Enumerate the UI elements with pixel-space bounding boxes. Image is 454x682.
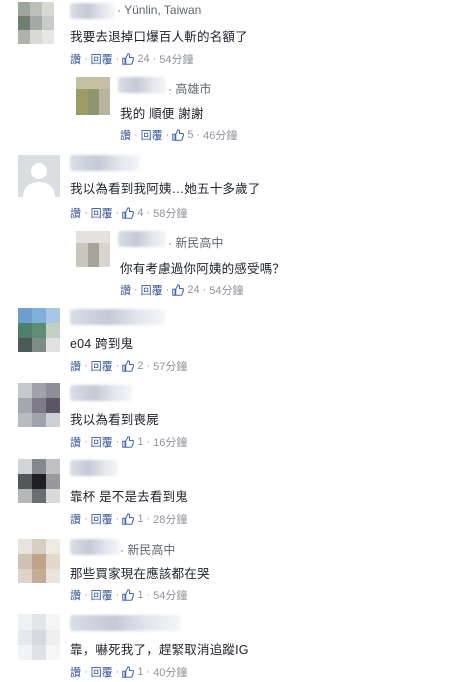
avatar[interactable] bbox=[18, 155, 60, 197]
user-name[interactable] bbox=[70, 539, 120, 555]
timestamp[interactable]: 40分鐘 bbox=[153, 664, 187, 680]
comment-actions: 讚 · 回覆 · 1 · 40分鐘 bbox=[70, 664, 188, 680]
like-count: 1 bbox=[137, 513, 144, 525]
thumbs-up-icon bbox=[122, 436, 135, 448]
comment-text: e04 跨到鬼 bbox=[70, 337, 134, 351]
avatar[interactable] bbox=[18, 459, 60, 503]
comment-actions: 讚 · 回覆 · 1 · 16分鐘 bbox=[70, 434, 188, 450]
comment-text: 我以為看到我阿姨…她五十多歲了 bbox=[70, 182, 261, 196]
user-location: · Yünlin, Taiwan bbox=[117, 3, 202, 17]
user-location: · 新民高中 bbox=[168, 236, 224, 250]
reply-link[interactable]: 回覆 bbox=[91, 511, 113, 527]
thumbs-up-icon bbox=[172, 129, 185, 141]
reply-link[interactable]: 回覆 bbox=[91, 358, 113, 374]
reply-link[interactable]: 回覆 bbox=[141, 127, 163, 143]
reply-link[interactable]: 回覆 bbox=[141, 282, 163, 298]
user-name[interactable] bbox=[70, 615, 180, 631]
thumbs-up-icon bbox=[122, 589, 135, 601]
thumbs-up-icon bbox=[122, 360, 135, 372]
timestamp[interactable]: 46分鐘 bbox=[203, 127, 237, 143]
comment-text: 靠杯 是不是去看到鬼 bbox=[70, 490, 188, 504]
user-name[interactable] bbox=[70, 460, 118, 476]
comment-text: 你有考慮過你阿姨的感受嗎？ bbox=[120, 262, 286, 276]
like-count: 24 bbox=[137, 53, 150, 65]
reply-link[interactable]: 回覆 bbox=[91, 587, 113, 603]
like-link[interactable]: 讚 bbox=[70, 205, 81, 221]
comment-actions: 讚 · 回覆 · 24 · 54分鐘 bbox=[70, 51, 194, 67]
user-location: · 新民高中 bbox=[120, 543, 176, 557]
user-name[interactable] bbox=[70, 155, 140, 171]
like-count: 1 bbox=[137, 666, 144, 678]
comment-text: 那些買家現在應該都在哭 bbox=[70, 567, 210, 581]
avatar[interactable] bbox=[18, 539, 60, 583]
thumbs-up-icon bbox=[172, 284, 185, 296]
comment-text: 我要去退掉口爆百人斬的名額了 bbox=[70, 30, 248, 44]
thumbs-up-icon bbox=[122, 53, 135, 65]
comment-actions: 讚 · 回覆 · 1 · 54分鐘 bbox=[70, 587, 188, 603]
timestamp[interactable]: 57分鐘 bbox=[153, 358, 187, 374]
comment-actions: 讚 · 回覆 · 2 · 57分鐘 bbox=[70, 358, 188, 374]
reply-link[interactable]: 回覆 bbox=[91, 205, 113, 221]
like-link[interactable]: 讚 bbox=[70, 664, 81, 680]
avatar[interactable] bbox=[18, 308, 60, 352]
avatar[interactable] bbox=[18, 383, 60, 427]
comment-actions: 讚 · 回覆 · 1 · 28分鐘 bbox=[70, 511, 188, 527]
user-name[interactable] bbox=[70, 385, 132, 401]
like-count: 1 bbox=[137, 589, 144, 601]
comment-actions: 讚 · 回覆 · 5 · 46分鐘 bbox=[120, 127, 238, 143]
reply-link[interactable]: 回覆 bbox=[91, 51, 113, 67]
like-link[interactable]: 讚 bbox=[70, 51, 81, 67]
timestamp[interactable]: 16分鐘 bbox=[153, 434, 187, 450]
comment-text: 我的 順便 謝謝 bbox=[120, 107, 204, 121]
timestamp[interactable]: 54分鐘 bbox=[159, 51, 193, 67]
user-location: · 高雄市 bbox=[168, 82, 212, 96]
like-count: 24 bbox=[187, 284, 200, 296]
comment-actions: 讚 · 回覆 · 4 · 58分鐘 bbox=[70, 205, 188, 221]
like-link[interactable]: 讚 bbox=[70, 358, 81, 374]
reply-link[interactable]: 回覆 bbox=[91, 434, 113, 450]
comment-text: 我以為看到喪屍 bbox=[70, 413, 159, 427]
like-link[interactable]: 讚 bbox=[120, 282, 131, 298]
timestamp[interactable]: 58分鐘 bbox=[153, 205, 187, 221]
like-link[interactable]: 讚 bbox=[70, 434, 81, 450]
thumbs-up-icon bbox=[122, 207, 135, 219]
like-link[interactable]: 讚 bbox=[70, 511, 81, 527]
user-name[interactable] bbox=[118, 231, 166, 247]
timestamp[interactable]: 28分鐘 bbox=[153, 511, 187, 527]
comment-text: 靠，嚇死我了，趕緊取消追蹤IG bbox=[70, 643, 249, 657]
like-link[interactable]: 讚 bbox=[70, 587, 81, 603]
like-link[interactable]: 讚 bbox=[120, 127, 131, 143]
reply-link[interactable]: 回覆 bbox=[91, 664, 113, 680]
like-count: 1 bbox=[137, 436, 144, 448]
user-name[interactable] bbox=[70, 309, 165, 325]
timestamp[interactable]: 54分鐘 bbox=[209, 282, 243, 298]
like-count: 5 bbox=[187, 129, 194, 141]
default-user-icon bbox=[23, 163, 55, 197]
avatar[interactable] bbox=[76, 231, 110, 267]
timestamp[interactable]: 54分鐘 bbox=[153, 587, 187, 603]
thumbs-up-icon bbox=[122, 666, 135, 678]
avatar[interactable] bbox=[76, 77, 110, 115]
avatar[interactable] bbox=[18, 2, 54, 44]
thumbs-up-icon bbox=[122, 513, 135, 525]
like-count: 2 bbox=[137, 360, 144, 372]
like-count: 4 bbox=[137, 207, 144, 219]
avatar[interactable] bbox=[18, 614, 60, 660]
user-name[interactable] bbox=[70, 3, 115, 19]
comment-actions: 讚 · 回覆 · 24 · 54分鐘 bbox=[120, 282, 244, 298]
user-name[interactable] bbox=[118, 77, 166, 93]
